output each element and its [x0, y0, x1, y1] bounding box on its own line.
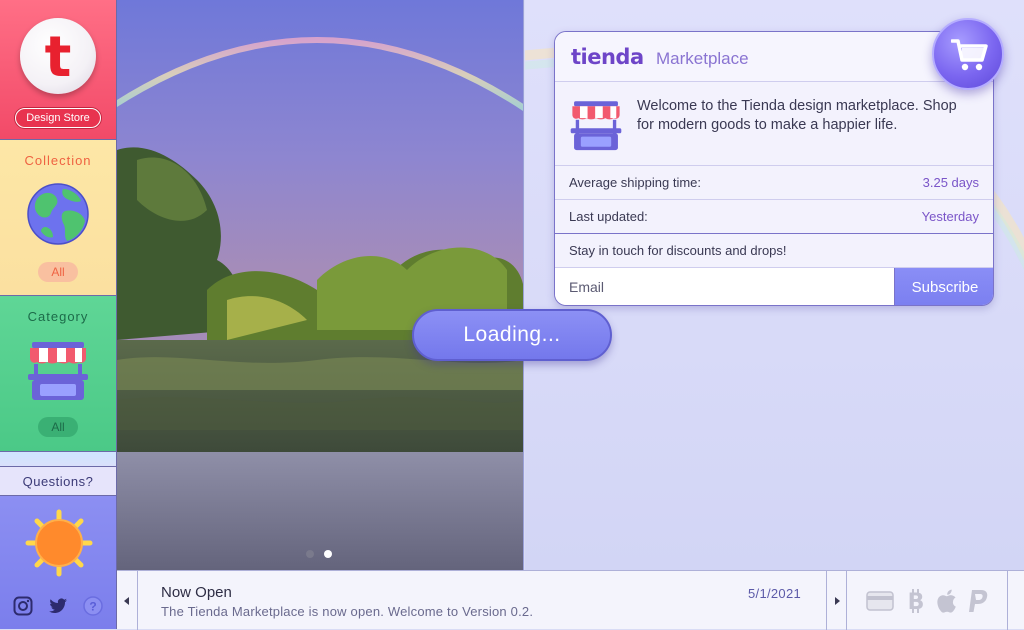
news-date: 5/1/2021	[748, 586, 802, 601]
loading-indicator: Loading...	[412, 309, 612, 361]
questions-link[interactable]: Questions?	[0, 466, 116, 496]
help-icon[interactable]: ?	[83, 596, 103, 616]
welcome-text: Welcome to the Tienda design marketplace…	[637, 98, 957, 133]
instagram-icon[interactable]	[13, 596, 33, 616]
hero-slideshow[interactable]	[117, 0, 524, 570]
newsletter-row: Stay in touch for discounts and drops!	[555, 234, 993, 268]
market-stall-icon	[570, 101, 622, 151]
hero-image	[117, 0, 523, 570]
footer-section: ?	[0, 496, 116, 629]
shipping-row: Average shipping time: 3.25 days	[555, 166, 993, 200]
subscribe-button[interactable]: Subscribe	[895, 268, 993, 305]
credit-card-icon	[866, 591, 894, 611]
news-body: The Tienda Marketplace is now open. Welc…	[161, 604, 534, 619]
chevron-right-icon	[835, 597, 840, 605]
shipping-value: 3.25 days	[922, 175, 979, 190]
design-store-badge[interactable]: Design Store	[15, 108, 101, 128]
collection-section: Collection All	[0, 140, 116, 296]
bitcoin-icon: B	[908, 589, 925, 614]
updated-row: Last updated: Yesterday	[555, 200, 993, 234]
payment-methods: B	[848, 571, 1008, 630]
newsletter-text: Stay in touch for discounts and drops!	[569, 243, 787, 258]
cart-button[interactable]	[932, 18, 1004, 90]
updated-value: Yesterday	[921, 209, 979, 224]
twitter-icon[interactable]	[48, 596, 68, 616]
news-bar: Now Open 5/1/2021 The Tienda Marketplace…	[117, 570, 1024, 630]
collection-title: Collection	[24, 153, 92, 168]
sun-icon	[25, 509, 93, 577]
collection-all-filter[interactable]: All	[38, 262, 78, 282]
svg-text:?: ?	[89, 600, 96, 614]
brand-section: t Design Store	[0, 0, 116, 140]
chevron-left-icon	[124, 597, 129, 605]
marketplace-card: tienda Marketplace Welcome to the Tienda…	[554, 31, 994, 306]
logo-letter: t	[44, 25, 72, 90]
shopping-cart-icon	[951, 39, 988, 71]
paypal-icon	[969, 590, 988, 612]
email-field[interactable]	[555, 268, 895, 305]
slide-dot-2[interactable]	[324, 550, 332, 558]
brand-name: tienda	[571, 45, 644, 69]
updated-label: Last updated:	[569, 209, 648, 224]
category-all-filter[interactable]: All	[38, 417, 78, 437]
card-header: tienda Marketplace	[555, 32, 993, 82]
rainbow-strip	[0, 452, 116, 466]
market-stall-icon[interactable]	[26, 336, 90, 402]
category-title: Category	[27, 309, 89, 324]
slide-dot-1[interactable]	[306, 550, 314, 558]
card-intro: Welcome to the Tienda design marketplace…	[555, 82, 993, 166]
category-section: Category All	[0, 296, 116, 452]
apple-icon	[937, 589, 956, 613]
store-logo[interactable]: t	[20, 18, 96, 94]
svg-text:B: B	[908, 590, 925, 614]
previous-news-button[interactable]	[117, 571, 138, 630]
shipping-label: Average shipping time:	[569, 175, 702, 190]
sidebar: t Design Store Collection All Category A…	[0, 0, 117, 629]
brand-subtitle: Marketplace	[656, 49, 749, 68]
globe-icon[interactable]	[27, 183, 89, 245]
next-news-button[interactable]	[826, 571, 847, 630]
news-title: Now Open	[161, 584, 232, 601]
